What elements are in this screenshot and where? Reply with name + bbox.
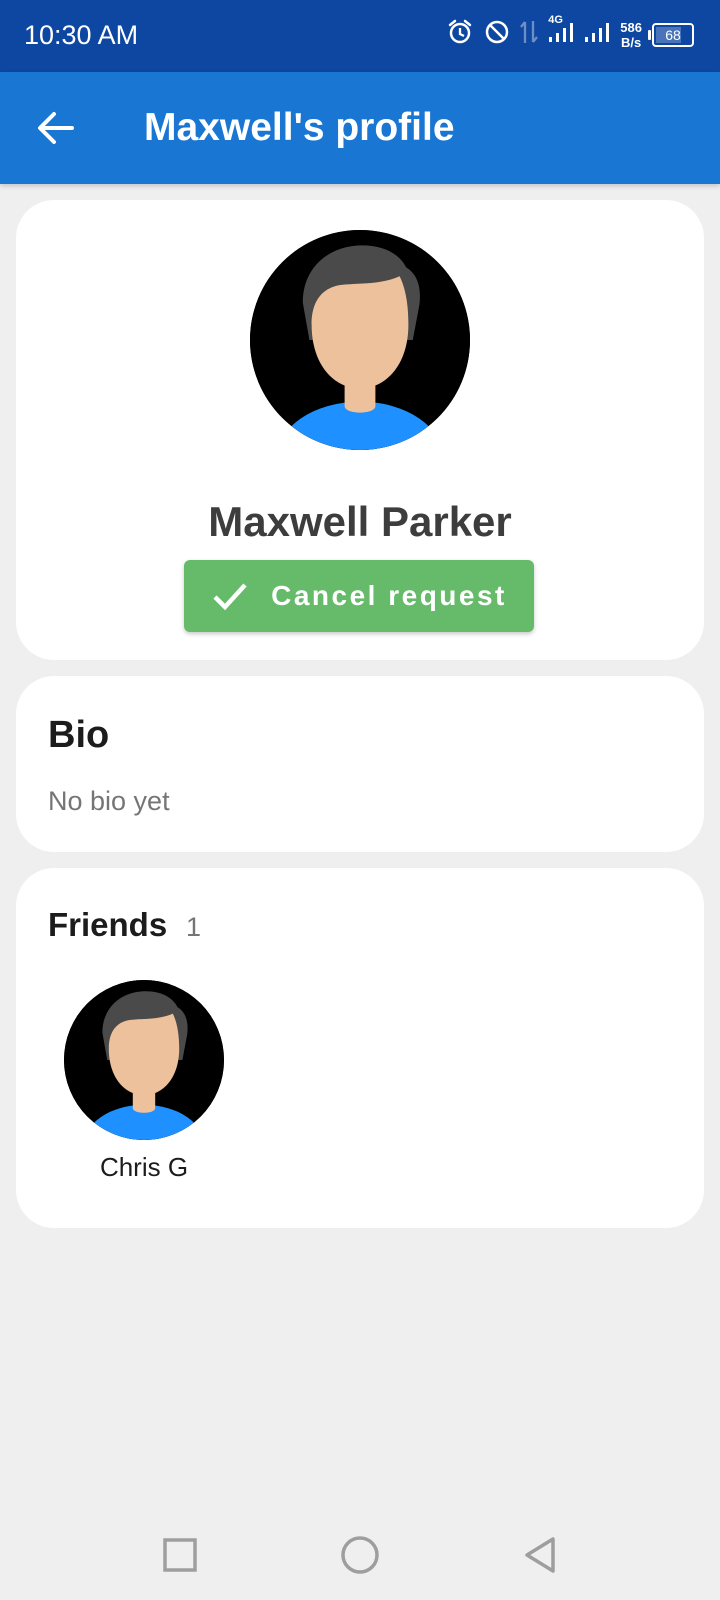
data-arrows-icon — [520, 19, 539, 50]
home-button[interactable] — [335, 1530, 385, 1580]
back-button[interactable] — [30, 102, 82, 154]
arrow-back-icon — [38, 112, 74, 144]
home-circle-icon — [341, 1536, 379, 1574]
bio-card: Bio No bio yet — [16, 676, 704, 852]
friend-avatar — [64, 980, 224, 1140]
signal-icon — [584, 20, 610, 49]
system-nav-bar — [0, 1510, 720, 1600]
speed-unit: B/s — [621, 34, 642, 50]
page-title: Maxwell's profile — [144, 106, 455, 149]
signal-4g-icon: 4G — [548, 14, 574, 49]
friend-name: Chris G — [99, 1152, 189, 1182]
do-not-disturb-icon — [484, 19, 510, 50]
back-triangle-icon — [525, 1537, 555, 1573]
profile-card: Maxwell Parker Cancel request — [16, 200, 704, 660]
recents-button[interactable] — [155, 1530, 205, 1580]
cancel-request-button[interactable]: Cancel request — [184, 560, 534, 632]
check-icon — [213, 583, 247, 611]
bio-text: No bio yet — [48, 786, 170, 816]
network-type: 4G — [548, 14, 563, 26]
profile-name: Maxwell Parker — [208, 498, 512, 545]
battery-level: 68 — [665, 26, 681, 43]
alarm-icon — [446, 18, 474, 51]
friends-card: Friends 1 Chris G — [16, 868, 704, 1228]
bio-title: Bio — [48, 714, 110, 756]
network-speed: 586 B/s — [620, 20, 642, 50]
cancel-request-label: Cancel request — [271, 580, 507, 611]
app-bar: Maxwell's profile — [0, 72, 720, 184]
status-bar: 10:30 AM 4G 586 B/s 68 — [0, 0, 720, 72]
default-avatar-icon — [250, 230, 470, 450]
friends-count: 1 — [186, 912, 202, 942]
status-icons: 4G 586 B/s 68 — [446, 14, 694, 51]
friend-item[interactable]: Chris G — [56, 980, 224, 1186]
battery-icon: 68 — [648, 22, 694, 47]
back-nav-button[interactable] — [515, 1530, 565, 1580]
recents-square-icon — [163, 1538, 197, 1572]
speed-value: 586 — [620, 19, 642, 35]
avatar[interactable] — [250, 230, 470, 450]
default-avatar-icon — [64, 980, 224, 1140]
status-time: 10:30 AM — [24, 20, 139, 50]
friends-title: Friends — [48, 906, 168, 943]
